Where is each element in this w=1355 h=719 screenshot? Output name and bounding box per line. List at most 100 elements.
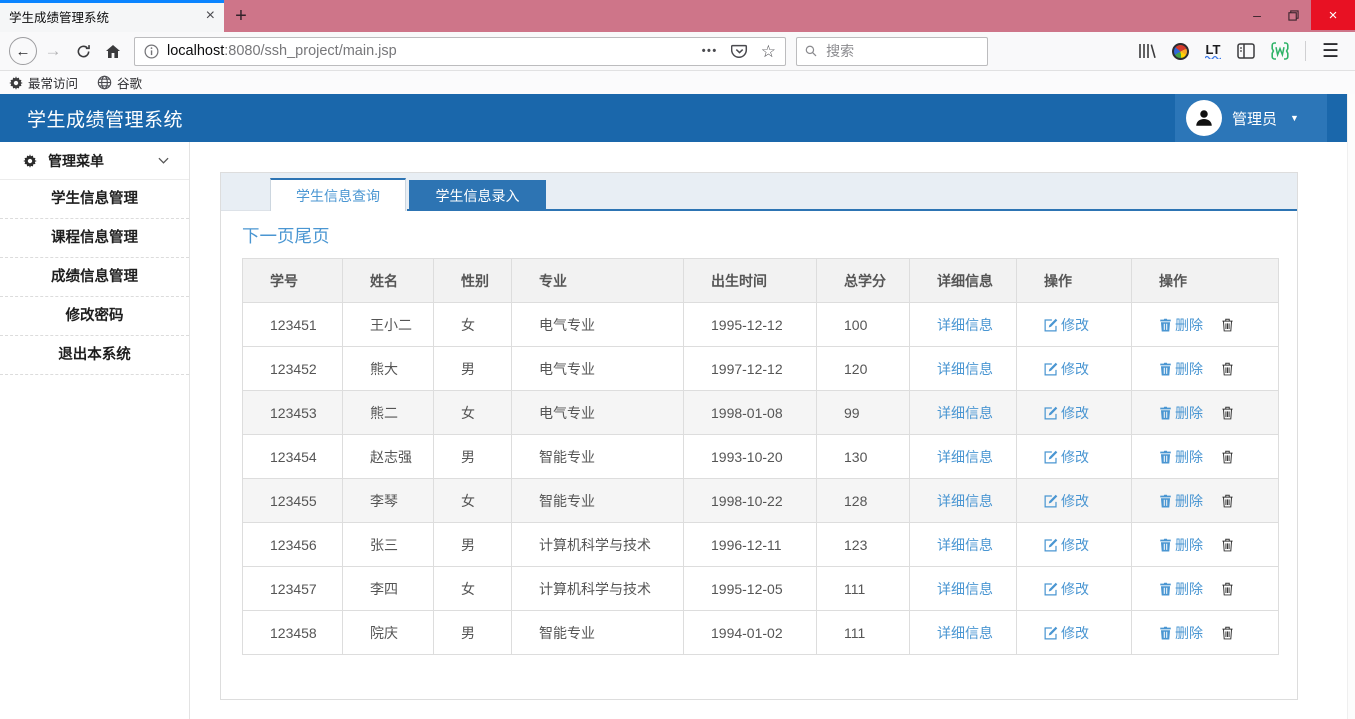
edit-link[interactable]: 修改 <box>1044 315 1089 335</box>
sidebar-toggle-icon[interactable] <box>1237 43 1255 59</box>
cell-birth: 1994-01-02 <box>684 611 817 655</box>
trash-icon <box>1221 362 1234 376</box>
languagetool-icon[interactable]: LT <box>1205 44 1221 59</box>
restore-button[interactable] <box>1275 0 1311 30</box>
edit-link[interactable]: 修改 <box>1044 579 1089 599</box>
edit-icon <box>1044 450 1058 464</box>
edit-link[interactable]: 修改 <box>1044 447 1089 467</box>
detail-link[interactable]: 详细信息 <box>937 491 993 511</box>
trash-icon-button[interactable] <box>1221 318 1234 332</box>
cell-name: 王小二 <box>343 303 434 347</box>
site-info-icon[interactable] <box>144 44 159 59</box>
content-tab[interactable]: 学生信息查询 <box>270 178 406 211</box>
bookmark-google[interactable]: 谷歌 <box>97 73 142 92</box>
main-content: 学生信息查询学生信息录入 下一页尾页 学号姓名性别专业出生时间总学分详细信息操作… <box>190 142 1355 719</box>
sidebar-item[interactable]: 退出本系统 <box>0 336 189 375</box>
cell-credits: 130 <box>817 435 910 479</box>
sidebar-menu-header[interactable]: 管理菜单 <box>0 142 189 180</box>
trash-icon-button[interactable] <box>1221 494 1234 508</box>
cell-id: 123458 <box>243 611 343 655</box>
cell-detail: 详细信息 <box>910 435 1017 479</box>
trash-icon-button[interactable] <box>1221 626 1234 640</box>
trash-icon <box>1221 538 1234 552</box>
sidebar-item[interactable]: 修改密码 <box>0 297 189 336</box>
browser-tab[interactable]: 学生成绩管理系统 × <box>0 0 224 32</box>
trash-icon <box>1159 582 1172 596</box>
page-scrollbar[interactable] <box>1347 94 1355 719</box>
wappalyzer-addon-icon[interactable] <box>1271 42 1289 60</box>
refresh-icon <box>76 44 91 59</box>
pagination-link[interactable]: 尾页 <box>295 226 330 246</box>
edit-link[interactable]: 修改 <box>1044 403 1089 423</box>
back-button[interactable]: ← <box>8 36 38 66</box>
home-button[interactable] <box>98 36 128 66</box>
delete-link[interactable]: 删除 <box>1159 315 1203 335</box>
tab-close-icon[interactable]: × <box>206 8 215 24</box>
detail-link[interactable]: 详细信息 <box>937 623 993 643</box>
gear-icon <box>9 76 23 90</box>
edit-link[interactable]: 修改 <box>1044 359 1089 379</box>
refresh-button[interactable] <box>68 36 98 66</box>
minimize-button[interactable]: – <box>1239 0 1275 30</box>
delete-link[interactable]: 删除 <box>1159 535 1203 555</box>
close-button[interactable]: × <box>1311 0 1355 30</box>
lens-addon-icon[interactable] <box>1172 43 1189 60</box>
trash-icon-button[interactable] <box>1221 406 1234 420</box>
detail-link[interactable]: 详细信息 <box>937 447 993 467</box>
delete-link[interactable]: 删除 <box>1159 579 1203 599</box>
delete-link[interactable]: 删除 <box>1159 447 1203 467</box>
cell-delete: 删除 <box>1132 479 1279 523</box>
sidebar-item[interactable]: 学生信息管理 <box>0 180 189 219</box>
delete-link[interactable]: 删除 <box>1159 359 1203 379</box>
delete-link[interactable]: 删除 <box>1159 403 1203 423</box>
url-bar[interactable]: localhost:8080/ssh_project/main.jsp ••• … <box>134 37 786 66</box>
edit-icon <box>1044 538 1058 552</box>
detail-link[interactable]: 详细信息 <box>937 579 993 599</box>
cell-name: 熊大 <box>343 347 434 391</box>
pagination: 下一页尾页 <box>242 223 1297 248</box>
detail-link[interactable]: 详细信息 <box>937 403 993 423</box>
cell-detail: 详细信息 <box>910 567 1017 611</box>
sidebar-item[interactable]: 课程信息管理 <box>0 219 189 258</box>
pagination-link[interactable]: 下一页 <box>242 226 295 246</box>
delete-link[interactable]: 删除 <box>1159 623 1203 643</box>
edit-link[interactable]: 修改 <box>1044 623 1089 643</box>
bookmark-star-icon[interactable]: ☆ <box>761 43 776 60</box>
detail-link[interactable]: 详细信息 <box>937 359 993 379</box>
search-input[interactable] <box>824 42 979 60</box>
trash-icon-button[interactable] <box>1221 582 1234 596</box>
detail-link[interactable]: 详细信息 <box>937 315 993 335</box>
cell-birth: 1993-10-20 <box>684 435 817 479</box>
sidebar-item[interactable]: 成绩信息管理 <box>0 258 189 297</box>
caret-down-icon: ▼ <box>1290 113 1299 123</box>
cell-birth: 1998-10-22 <box>684 479 817 523</box>
trash-icon-button[interactable] <box>1221 538 1234 552</box>
menu-hamburger-icon[interactable]: ☰ <box>1322 42 1339 61</box>
bookmark-label: 最常访问 <box>28 73 78 92</box>
bookmark-most-visited[interactable]: 最常访问 <box>9 73 78 92</box>
forward-button[interactable]: → <box>38 36 68 66</box>
search-box[interactable] <box>796 37 988 66</box>
pocket-icon[interactable] <box>731 43 748 60</box>
edit-link[interactable]: 修改 <box>1044 535 1089 555</box>
cell-edit: 修改 <box>1017 347 1132 391</box>
cell-gender: 女 <box>434 479 512 523</box>
cell-credits: 111 <box>817 611 910 655</box>
new-tab-button[interactable]: + <box>224 0 258 32</box>
library-icon[interactable] <box>1138 43 1156 59</box>
column-header: 姓名 <box>343 259 434 303</box>
page-actions-icon[interactable]: ••• <box>702 45 718 57</box>
edit-link[interactable]: 修改 <box>1044 491 1089 511</box>
admin-menu[interactable]: 管理员 ▼ <box>1175 94 1327 142</box>
cell-name: 熊二 <box>343 391 434 435</box>
trash-icon <box>1221 318 1234 332</box>
trash-icon-button[interactable] <box>1221 450 1234 464</box>
trash-icon-button[interactable] <box>1221 362 1234 376</box>
cell-delete: 删除 <box>1132 347 1279 391</box>
content-tab[interactable]: 学生信息录入 <box>409 180 546 211</box>
detail-link[interactable]: 详细信息 <box>937 535 993 555</box>
cell-gender: 男 <box>434 347 512 391</box>
trash-icon <box>1221 494 1234 508</box>
trash-icon <box>1221 582 1234 596</box>
delete-link[interactable]: 删除 <box>1159 491 1203 511</box>
